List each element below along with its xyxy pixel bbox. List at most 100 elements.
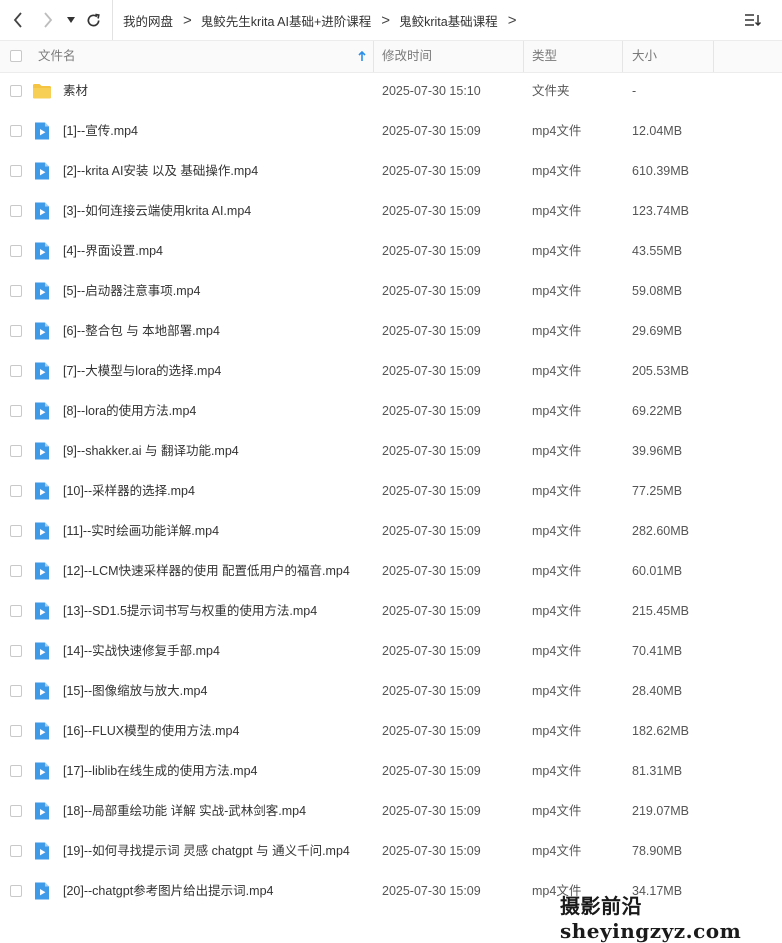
- file-name[interactable]: [2]--krita AI安装 以及 基础操作.mp4: [63, 151, 258, 191]
- file-type: mp4文件: [532, 564, 582, 578]
- file-modified-date: 2025-07-30 15:09: [382, 764, 481, 778]
- row-checkbox[interactable]: [10, 205, 22, 217]
- breadcrumb-separator-icon: >: [507, 11, 517, 29]
- row-checkbox[interactable]: [10, 765, 22, 777]
- file-modified-date: 2025-07-30 15:09: [382, 284, 481, 298]
- row-checkbox[interactable]: [10, 645, 22, 657]
- file-size: 69.22MB: [632, 404, 683, 418]
- row-checkbox[interactable]: [10, 525, 22, 537]
- file-type: mp4文件: [532, 124, 582, 138]
- column-divider[interactable]: [523, 41, 524, 72]
- file-type: mp4文件: [532, 364, 582, 378]
- breadcrumb-item-current[interactable]: 鬼鲛krita基础课程: [399, 11, 498, 30]
- row-checkbox[interactable]: [10, 285, 22, 297]
- file-name[interactable]: [18]--局部重绘功能 详解 实战-武林剑客.mp4: [63, 791, 306, 831]
- refresh-button[interactable]: [81, 8, 105, 32]
- file-row[interactable]: [9]--shakker.ai 与 翻译功能.mp4 2025-07-30 15:…: [0, 431, 782, 471]
- file-row[interactable]: [7]--大模型与lora的选择.mp4 2025-07-30 15:09 mp4文…: [0, 351, 782, 391]
- column-header-size[interactable]: 大小: [632, 41, 657, 72]
- history-dropdown-button[interactable]: [62, 8, 80, 32]
- file-name[interactable]: [5]--启动器注意事项.mp4: [63, 271, 201, 311]
- breadcrumb-separator-icon: >: [381, 11, 391, 29]
- file-name[interactable]: [12]--LCM快速采样器的使用 配置低用户的福音.mp4: [63, 551, 350, 591]
- file-row[interactable]: [13]--SD1.5提示词书写与权重的使用方法.mp4 2025-07-30 1…: [0, 591, 782, 631]
- row-checkbox[interactable]: [10, 725, 22, 737]
- video-file-icon: [35, 602, 49, 620]
- file-name[interactable]: [13]--SD1.5提示词书写与权重的使用方法.mp4: [63, 591, 317, 631]
- breadcrumb-item-root[interactable]: 我的网盘: [123, 11, 173, 30]
- file-name[interactable]: [6]--整合包 与 本地部署.mp4: [63, 311, 220, 351]
- file-row[interactable]: [16]--FLUX模型的使用方法.mp4 2025-07-30 15:09 mp4…: [0, 711, 782, 751]
- file-name[interactable]: [11]--实时绘画功能详解.mp4: [63, 511, 219, 551]
- file-type: mp4文件: [532, 484, 582, 498]
- file-type: mp4文件: [532, 444, 582, 458]
- file-name[interactable]: [9]--shakker.ai 与 翻译功能.mp4: [63, 431, 239, 471]
- file-row[interactable]: [19]--如何寻找提示词 灵感 chatgpt 与 通义千问.mp4 2025-…: [0, 831, 782, 871]
- row-checkbox[interactable]: [10, 405, 22, 417]
- file-name[interactable]: [14]--实战快速修复手部.mp4: [63, 631, 220, 671]
- row-checkbox[interactable]: [10, 445, 22, 457]
- row-checkbox[interactable]: [10, 845, 22, 857]
- file-size: 59.08MB: [632, 284, 683, 298]
- file-row[interactable]: [5]--启动器注意事项.mp4 2025-07-30 15:09 mp4文件 59.…: [0, 271, 782, 311]
- row-checkbox[interactable]: [10, 485, 22, 497]
- row-checkbox[interactable]: [10, 685, 22, 697]
- file-row[interactable]: [6]--整合包 与 本地部署.mp4 2025-07-30 15:09 mp4文件…: [0, 311, 782, 351]
- column-header-type[interactable]: 类型: [532, 41, 557, 72]
- forward-button[interactable]: [36, 8, 60, 32]
- row-checkbox[interactable]: [10, 245, 22, 257]
- file-name[interactable]: [16]--FLUX模型的使用方法.mp4: [63, 711, 239, 751]
- file-type: mp4文件: [532, 204, 582, 218]
- back-button[interactable]: [6, 8, 30, 32]
- video-file-icon: [35, 642, 49, 660]
- file-name[interactable]: [4]--界面设置.mp4: [63, 231, 163, 271]
- row-checkbox[interactable]: [10, 885, 22, 897]
- breadcrumb-item-course[interactable]: 鬼鲛先生krita AI基础+进阶课程: [201, 11, 372, 30]
- file-row[interactable]: [8]--lora的使用方法.mp4 2025-07-30 15:09 mp4文件 6…: [0, 391, 782, 431]
- file-size: 70.41MB: [632, 644, 683, 658]
- file-name[interactable]: 素材: [63, 71, 88, 111]
- sort-button[interactable]: [740, 8, 766, 32]
- file-row[interactable]: [14]--实战快速修复手部.mp4 2025-07-30 15:09 mp4文件 7…: [0, 631, 782, 671]
- row-checkbox[interactable]: [10, 365, 22, 377]
- column-divider[interactable]: [373, 41, 374, 72]
- file-row[interactable]: [17]--liblib在线生成的使用方法.mp4 2025-07-30 15:0…: [0, 751, 782, 791]
- file-type: mp4文件: [532, 844, 582, 858]
- video-file-icon: [35, 242, 49, 260]
- file-name[interactable]: [8]--lora的使用方法.mp4: [63, 391, 196, 431]
- file-name[interactable]: [7]--大模型与lora的选择.mp4: [63, 351, 221, 391]
- file-row[interactable]: [18]--局部重绘功能 详解 实战-武林剑客.mp4 2025-07-30 15…: [0, 791, 782, 831]
- row-checkbox[interactable]: [10, 565, 22, 577]
- row-checkbox[interactable]: [10, 85, 22, 97]
- file-row[interactable]: [11]--实时绘画功能详解.mp4 2025-07-30 15:09 mp4文件 2…: [0, 511, 782, 551]
- column-header-name[interactable]: 文件名: [38, 41, 76, 72]
- file-row[interactable]: [3]--如何连接云端使用krita AI.mp4 2025-07-30 15:0…: [0, 191, 782, 231]
- video-file-icon: [35, 682, 49, 700]
- row-checkbox[interactable]: [10, 325, 22, 337]
- file-name[interactable]: [3]--如何连接云端使用krita AI.mp4: [63, 191, 251, 231]
- row-checkbox[interactable]: [10, 125, 22, 137]
- video-file-icon: [35, 482, 49, 500]
- file-name[interactable]: [1]--宣传.mp4: [63, 111, 138, 151]
- column-header-modified[interactable]: 修改时间: [382, 41, 432, 72]
- file-row[interactable]: [15]--图像缩放与放大.mp4 2025-07-30 15:09 mp4文件 28…: [0, 671, 782, 711]
- file-name[interactable]: [10]--采样器的选择.mp4: [63, 471, 195, 511]
- file-size: 28.40MB: [632, 684, 683, 698]
- select-all-checkbox[interactable]: [10, 50, 22, 62]
- row-checkbox[interactable]: [10, 165, 22, 177]
- file-name[interactable]: [19]--如何寻找提示词 灵感 chatgpt 与 通义千问.mp4: [63, 831, 350, 871]
- column-divider[interactable]: [713, 41, 714, 72]
- file-name[interactable]: [20]--chatgpt参考图片给出提示词.mp4: [63, 871, 273, 911]
- row-checkbox[interactable]: [10, 605, 22, 617]
- folder-row[interactable]: 素材 2025-07-30 15:10 文件夹 -: [0, 71, 782, 111]
- file-type: mp4文件: [532, 644, 582, 658]
- column-divider[interactable]: [622, 41, 623, 72]
- file-name[interactable]: [17]--liblib在线生成的使用方法.mp4: [63, 751, 257, 791]
- file-row[interactable]: [12]--LCM快速采样器的使用 配置低用户的福音.mp4 2025-07-30…: [0, 551, 782, 591]
- file-name[interactable]: [15]--图像缩放与放大.mp4: [63, 671, 207, 711]
- file-row[interactable]: [4]--界面设置.mp4 2025-07-30 15:09 mp4文件 43.55M…: [0, 231, 782, 271]
- file-row[interactable]: [1]--宣传.mp4 2025-07-30 15:09 mp4文件 12.04MB: [0, 111, 782, 151]
- file-row[interactable]: [10]--采样器的选择.mp4 2025-07-30 15:09 mp4文件 77.…: [0, 471, 782, 511]
- row-checkbox[interactable]: [10, 805, 22, 817]
- file-row[interactable]: [2]--krita AI安装 以及 基础操作.mp4 2025-07-30 15…: [0, 151, 782, 191]
